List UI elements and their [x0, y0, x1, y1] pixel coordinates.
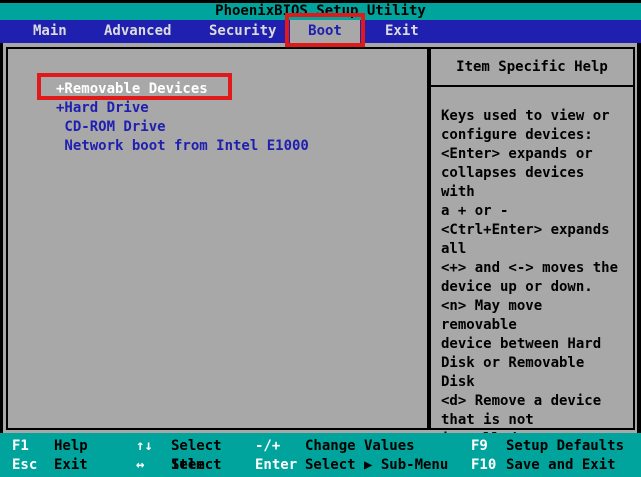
bios-setup-screen: PhoenixBIOS Setup Utility Main Advanced …: [0, 0, 641, 477]
label-select-menu: Select Menu: [171, 457, 222, 477]
help-panel-text: Keys used to view or configure devices: …: [441, 108, 619, 447]
key-legend-bar: F1 Help ↑↓ Select Item -/+ Change Values…: [0, 433, 641, 477]
help-panel-title: Item Specific Help: [431, 49, 633, 87]
tab-advanced[interactable]: Advanced: [104, 20, 171, 43]
annotation-box-boot-tab: [285, 13, 365, 47]
key-legend-row-2: Esc Exit ↔ Select Menu Enter Select ▶ Su…: [0, 456, 641, 477]
boot-item-cdrom-drive[interactable]: CD-ROM Drive: [56, 118, 165, 137]
tab-exit[interactable]: Exit: [385, 20, 419, 43]
annotation-box-removable-devices: [37, 73, 232, 100]
right-border: [637, 43, 641, 433]
tab-security[interactable]: Security: [209, 20, 276, 43]
item-specific-help-panel: Item Specific Help Keys used to view or …: [429, 47, 635, 447]
key-esc: Esc: [12, 457, 38, 473]
key-leftright-arrows-icon: ↔: [136, 457, 145, 473]
key-enter: Enter: [255, 457, 298, 473]
left-border: [0, 43, 3, 433]
boot-item-hard-drive[interactable]: +Hard Drive: [56, 99, 149, 118]
boot-item-network-boot[interactable]: Network boot from Intel E1000: [56, 137, 308, 156]
boot-menu-panel: +Removable Devices +Hard Drive CD-ROM Dr…: [6, 47, 429, 430]
key-f10: F10: [471, 457, 497, 473]
label-exit: Exit: [54, 457, 88, 473]
label-save-and-exit: Save and Exit: [506, 457, 616, 473]
key-legend-row-1: F1 Help ↑↓ Select Item -/+ Change Values…: [0, 437, 641, 473]
label-select-submenu: Select ▶ Sub-Menu: [305, 457, 449, 473]
tab-main[interactable]: Main: [33, 20, 67, 43]
